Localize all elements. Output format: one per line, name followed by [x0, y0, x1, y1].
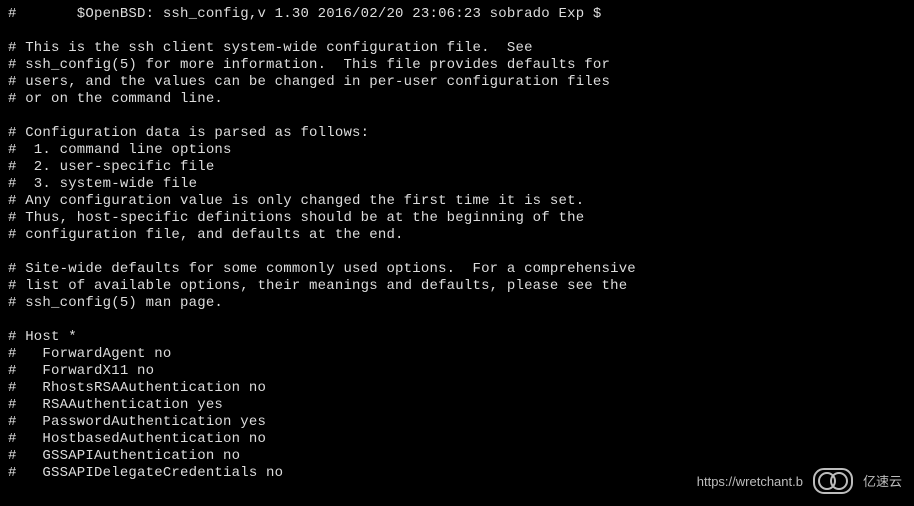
terminal-line: [8, 244, 908, 261]
terminal-line: # configuration file, and defaults at th…: [8, 227, 908, 244]
terminal-line: # This is the ssh client system-wide con…: [8, 40, 908, 57]
terminal-line: # Host *: [8, 329, 908, 346]
terminal-line: # users, and the values can be changed i…: [8, 74, 908, 91]
cloud-logo-icon: [813, 468, 853, 494]
terminal-line: # PasswordAuthentication yes: [8, 414, 908, 431]
terminal-line: # 2. user-specific file: [8, 159, 908, 176]
terminal-line: # ssh_config(5) man page.: [8, 295, 908, 312]
terminal-line: # ssh_config(5) for more information. Th…: [8, 57, 908, 74]
terminal-line: # RSAAuthentication yes: [8, 397, 908, 414]
terminal-line: # or on the command line.: [8, 91, 908, 108]
terminal-line: # ForwardX11 no: [8, 363, 908, 380]
terminal-line: # $OpenBSD: ssh_config,v 1.30 2016/02/20…: [8, 6, 908, 23]
terminal-line: # Any configuration value is only change…: [8, 193, 908, 210]
terminal-line: # 1. command line options: [8, 142, 908, 159]
terminal-viewport[interactable]: # $OpenBSD: ssh_config,v 1.30 2016/02/20…: [8, 6, 908, 482]
terminal-line: [8, 108, 908, 125]
terminal-line: # HostbasedAuthentication no: [8, 431, 908, 448]
terminal-line: [8, 312, 908, 329]
terminal-line: # Thus, host-specific definitions should…: [8, 210, 908, 227]
terminal-line: # Site-wide defaults for some commonly u…: [8, 261, 908, 278]
terminal-line: # list of available options, their meani…: [8, 278, 908, 295]
terminal-line: # GSSAPIAuthentication no: [8, 448, 908, 465]
watermark: https://wretchant.b 亿速云: [697, 468, 902, 494]
terminal-line: # Configuration data is parsed as follow…: [8, 125, 908, 142]
watermark-brand: 亿速云: [863, 473, 902, 490]
terminal-line: # ForwardAgent no: [8, 346, 908, 363]
terminal-line: [8, 23, 908, 40]
terminal-line: # 3. system-wide file: [8, 176, 908, 193]
terminal-line: # RhostsRSAAuthentication no: [8, 380, 908, 397]
watermark-url: https://wretchant.b: [697, 473, 803, 490]
